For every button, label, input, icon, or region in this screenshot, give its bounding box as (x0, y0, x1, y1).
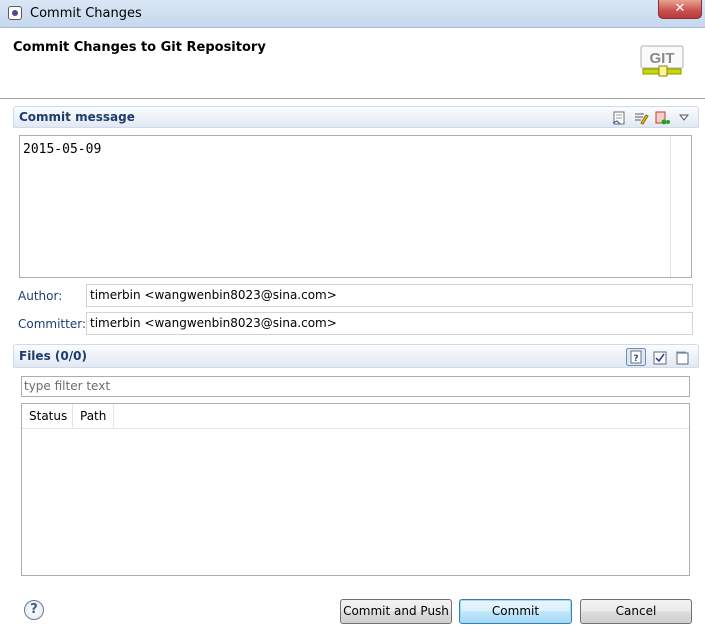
view-menu-icon[interactable] (676, 110, 692, 126)
column-header-path[interactable]: Path (73, 404, 114, 428)
commit-message-title: Commit message (19, 110, 135, 124)
git-logo-icon: GIT (640, 45, 684, 77)
amend-icon[interactable] (633, 110, 649, 126)
commit-message-text: 2015-05-09 (23, 142, 102, 157)
committer-field[interactable]: timerbin <wangwenbin8023@sina.com> (86, 312, 693, 335)
dialog-title: Commit Changes to Git Repository (13, 40, 266, 55)
commit-button[interactable]: Commit (459, 599, 572, 624)
close-button[interactable]: ✕ (658, 0, 702, 19)
select-all-icon[interactable] (652, 350, 668, 366)
window-title: Commit Changes (30, 6, 142, 21)
author-label: Author: (18, 289, 63, 303)
files-title: Files (0/0) (19, 349, 87, 363)
commit-message-textarea[interactable]: 2015-05-09 (19, 135, 692, 278)
commit-message-section-header: Commit message (13, 106, 699, 128)
files-table-header: Status Path (22, 404, 689, 429)
committer-label: Committer: (18, 317, 86, 331)
title-bar: Commit Changes ✕ (0, 0, 705, 28)
files-filter-input[interactable]: type filter text (21, 376, 690, 397)
commit-and-push-button[interactable]: Commit and Push (340, 599, 452, 624)
sign-off-icon[interactable] (611, 110, 627, 126)
help-button[interactable]: ? (24, 600, 44, 620)
column-header-status[interactable]: Status (22, 404, 73, 428)
files-table[interactable]: Status Path (21, 403, 690, 576)
author-field[interactable]: timerbin <wangwenbin8023@sina.com> (86, 284, 693, 307)
svg-text:?: ? (633, 354, 638, 364)
show-untracked-icon[interactable]: ? (626, 348, 646, 366)
eclipse-app-icon (8, 6, 22, 20)
cancel-button[interactable]: Cancel (580, 599, 692, 624)
files-section-header: Files (0/0) ? (13, 344, 699, 368)
dialog-header: Commit Changes to Git Repository GIT (0, 28, 705, 99)
deselect-all-icon[interactable] (674, 350, 690, 366)
add-change-id-icon[interactable] (654, 110, 670, 126)
git-logo-text: GIT (650, 50, 675, 67)
commit-message-scrollbar[interactable] (670, 136, 691, 277)
